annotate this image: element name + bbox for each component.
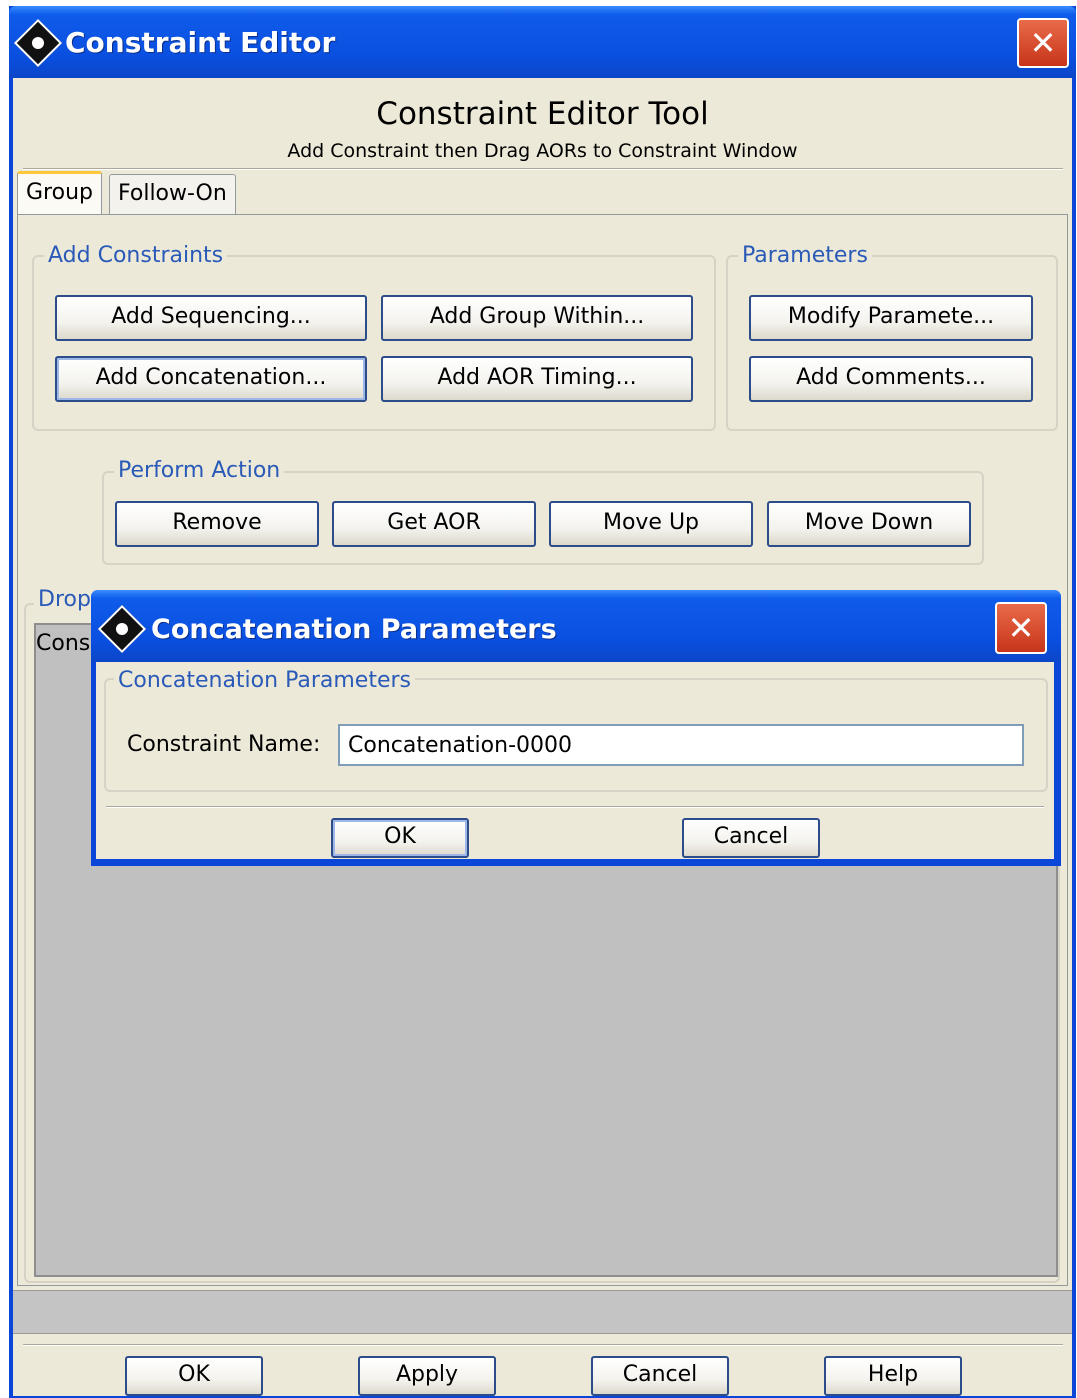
add-aor-timing-button[interactable]: Add AOR Timing...	[381, 356, 693, 402]
main-titlebar[interactable]: Constraint Editor ✕	[9, 6, 1076, 78]
drop-aors-label: Drop	[34, 587, 95, 612]
parameters-label: Parameters	[738, 243, 872, 268]
tab-follow-on[interactable]: Follow-On	[109, 174, 236, 214]
tab-group[interactable]: Group	[17, 171, 102, 215]
dialog-cancel-button[interactable]: Cancel	[682, 818, 820, 858]
move-down-button[interactable]: Move Down	[767, 501, 971, 547]
main-window-title: Constraint Editor	[65, 26, 336, 59]
help-button[interactable]: Help	[824, 1356, 962, 1396]
constraint-column-header: Cons	[36, 631, 91, 656]
cancel-button[interactable]: Cancel	[591, 1356, 729, 1396]
ok-button[interactable]: OK	[125, 1356, 263, 1396]
remove-button[interactable]: Remove	[115, 501, 319, 547]
dialog-title: Concatenation Parameters	[151, 614, 557, 645]
concatenation-parameters-dialog: Concatenation Parameters ✕ Concatenation…	[91, 590, 1061, 866]
add-group-within-button[interactable]: Add Group Within...	[381, 295, 693, 341]
modify-parameters-button[interactable]: Modify Paramete...	[749, 295, 1033, 341]
add-concatenation-button[interactable]: Add Concatenation...	[55, 356, 367, 402]
dialog-diamond-icon	[97, 604, 147, 654]
tool-heading: Constraint Editor Tool	[376, 96, 709, 132]
dialog-client-area: Concatenation Parameters Constraint Name…	[96, 662, 1054, 859]
tool-subheading: Add Constraint then Drag AORs to Constra…	[287, 140, 798, 162]
move-up-button[interactable]: Move Up	[549, 501, 753, 547]
add-constraints-group	[32, 255, 716, 431]
add-constraints-label: Add Constraints	[44, 243, 228, 268]
heading-divider	[23, 168, 1063, 170]
get-aor-button[interactable]: Get AOR	[332, 501, 536, 547]
concatenation-parameters-label: Concatenation Parameters	[114, 668, 415, 693]
dialog-close-icon[interactable]: ✕	[995, 602, 1047, 654]
dialog-titlebar[interactable]: Concatenation Parameters ✕	[91, 590, 1061, 662]
status-bar	[13, 1290, 1072, 1334]
constraint-name-label: Constraint Name:	[127, 732, 321, 757]
add-sequencing-button[interactable]: Add Sequencing...	[55, 295, 367, 341]
constraint-name-input[interactable]	[338, 724, 1024, 766]
add-comments-button[interactable]: Add Comments...	[749, 356, 1033, 402]
footer-divider	[23, 1344, 1063, 1346]
apply-button[interactable]: Apply	[358, 1356, 496, 1396]
parameters-group	[726, 255, 1058, 431]
app-diamond-icon	[13, 18, 63, 68]
perform-action-label: Perform Action	[114, 458, 285, 483]
dialog-divider	[106, 806, 1044, 808]
dialog-ok-button[interactable]: OK	[331, 818, 469, 858]
main-close-icon[interactable]: ✕	[1017, 18, 1069, 68]
